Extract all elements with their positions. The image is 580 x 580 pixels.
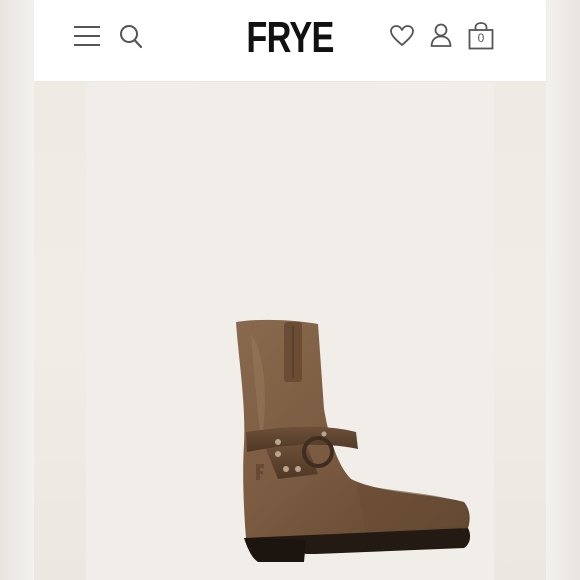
search-button[interactable] [118,23,144,51]
cart-button[interactable]: 0 [468,22,494,50]
wishlist-button[interactable] [389,23,415,49]
brown-harness-boot-image[interactable] [206,314,476,564]
heart-icon [390,25,414,46]
menu-button[interactable] [72,22,102,50]
site-header: FRYE 0 [34,0,546,81]
cart-count-badge: 0 [477,31,485,45]
product-image-panel [86,82,494,580]
account-button[interactable] [429,22,453,48]
brand-logo[interactable]: FRYE [246,10,334,66]
product-hero [34,82,546,580]
user-icon [430,23,452,47]
page: FRYE 0 [0,0,580,580]
hamburger-menu-icon [74,26,100,46]
search-icon [120,25,143,49]
